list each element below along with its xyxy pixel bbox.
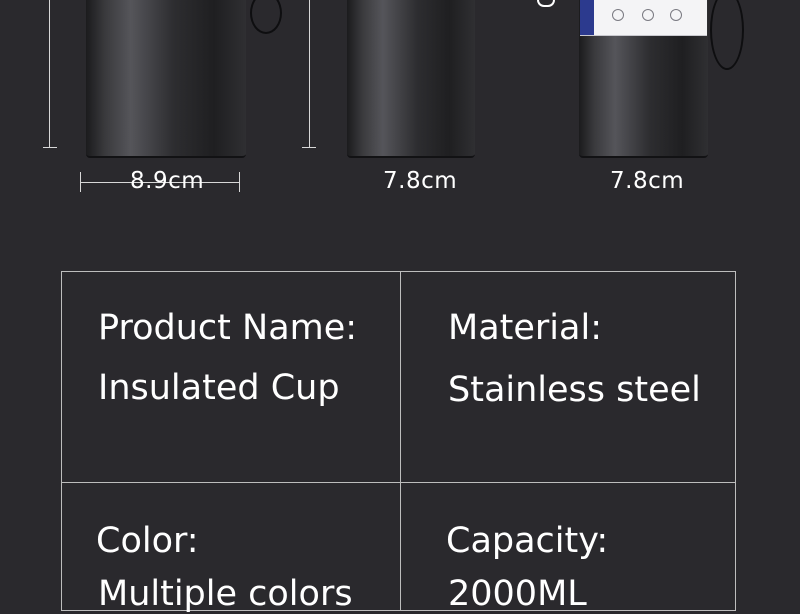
table-divider-vertical <box>400 272 401 610</box>
product-name-label: Product Name: <box>98 308 358 348</box>
label-icon <box>612 9 624 21</box>
material-label: Material: <box>448 308 602 348</box>
product-name-value: Insulated Cup <box>98 368 340 408</box>
label-band <box>580 0 594 35</box>
color-value: Multiple colors <box>98 574 353 614</box>
spec-table: Product Name: Insulated Cup Material: St… <box>61 271 736 614</box>
material-value: Stainless steel <box>448 370 701 410</box>
capacity-label: Capacity: <box>446 521 609 561</box>
cup-strap-large <box>250 0 282 34</box>
dimension-label-1: 8.9cm <box>130 168 205 194</box>
cup-image-medium <box>347 0 475 158</box>
cropped-mark <box>537 0 555 7</box>
height-marker-mid-tick <box>302 147 316 148</box>
cup-image-large <box>86 0 246 158</box>
label-icon <box>642 9 654 21</box>
height-marker-left-tick <box>43 147 57 148</box>
dimension-label-2: 7.8cm <box>383 168 458 194</box>
height-marker-left <box>49 0 50 148</box>
capacity-value: 2000ML <box>448 574 587 614</box>
table-divider-horizontal <box>62 482 735 483</box>
color-label: Color: <box>96 521 199 561</box>
cup-product-label <box>580 0 707 36</box>
width-marker-right-tick <box>239 172 240 192</box>
label-icon <box>670 9 682 21</box>
cup-strap-small <box>710 0 744 70</box>
dimension-label-3: 7.8cm <box>610 168 685 194</box>
width-marker-left-tick <box>80 172 81 192</box>
height-marker-mid <box>309 0 310 148</box>
